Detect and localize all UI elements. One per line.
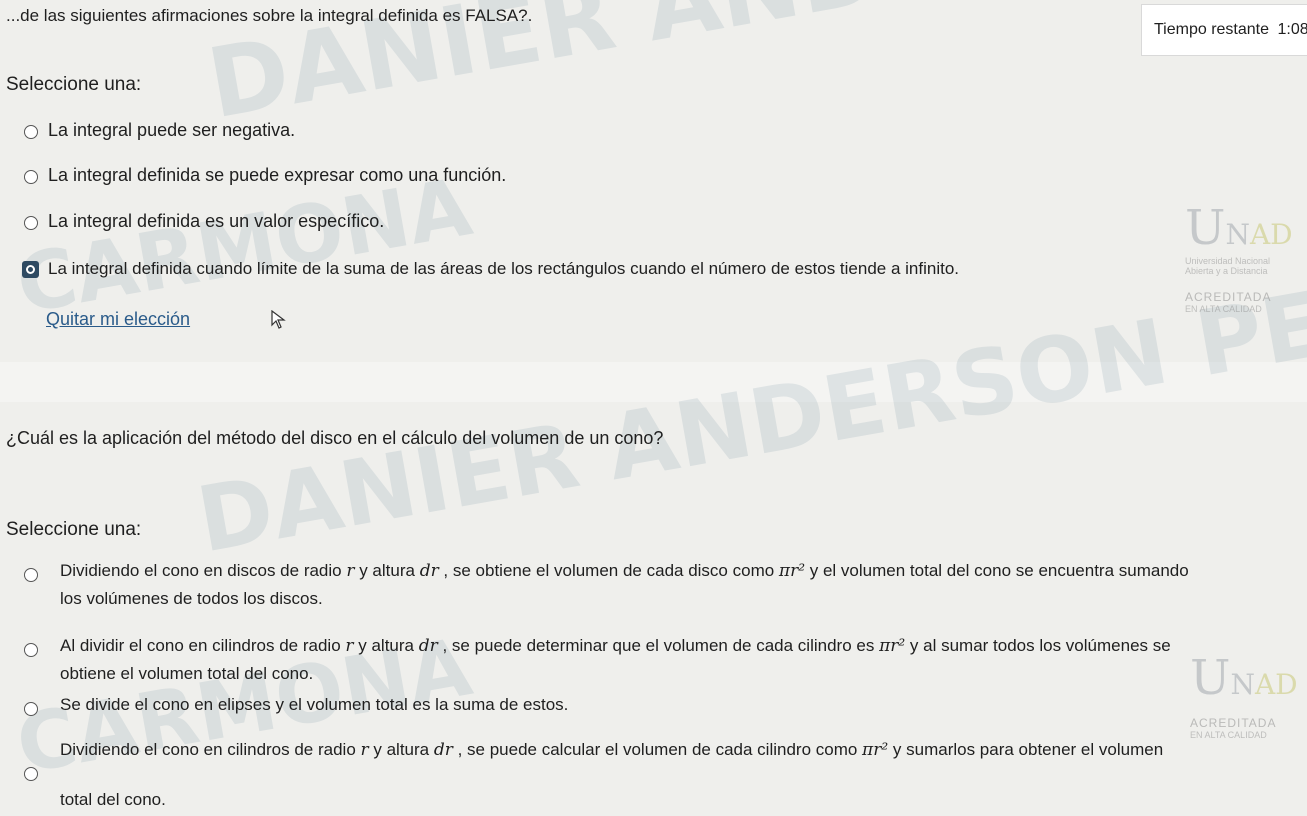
math-r: r [345, 636, 354, 656]
question-separator [0, 362, 1307, 402]
q2-option-2-line2[interactable]: obtiene el volumen total del cono. [60, 659, 1305, 689]
select-one-label-2: Seleccione una: [6, 519, 142, 540]
radio-q2-option-3[interactable] [24, 702, 38, 716]
q2-opt1-text-c: , se obtiene el volumen de cada disco co… [438, 561, 779, 580]
q2-opt2-text-b: y altura [353, 636, 419, 655]
option-2-label[interactable]: La integral definida se puede expresar c… [48, 165, 506, 186]
option-3-label[interactable]: La integral definida es un valor específ… [48, 211, 384, 232]
mouse-cursor-icon [271, 310, 286, 329]
q2-opt4-text-b: y altura [368, 740, 434, 759]
radio-q2-option-4[interactable] [24, 767, 38, 781]
math-dr: dr [418, 636, 438, 656]
math-r: r [360, 740, 369, 760]
q2-option-3-label[interactable]: Se divide el cono en elipses y el volume… [60, 690, 1305, 720]
math-dr: dr [419, 561, 439, 581]
math-pi-r2: πr² [862, 740, 889, 760]
radio-option-4-selected[interactable] [22, 261, 39, 278]
q2-opt1-text-b: y altura [354, 561, 420, 580]
option-1-label[interactable]: La integral puede ser negativa. [48, 120, 295, 141]
timer-value: 1:08 [1277, 21, 1307, 38]
q2-opt4-text-c: , se puede calcular el volumen de cada c… [452, 740, 863, 759]
math-pi-r2: πr² [778, 561, 806, 581]
q2-opt2-text-d: y al sumar todos los volúmenes se [905, 636, 1171, 655]
question-2-text: ¿Cuál es la aplicación del método del di… [6, 428, 664, 448]
q2-opt1-text-d: y el volumen total del cono se encuentra… [805, 561, 1189, 580]
q2-opt4-text-d: y sumarlos para obtener el volumen [888, 740, 1164, 759]
q2-opt2-text-a: Al dividir el cono en cilindros de radio [60, 636, 346, 655]
timer-box: Tiempo restante 1:08 [1141, 4, 1307, 56]
q2-opt4-text-a: Dividiendo el cono en cilindros de radio [60, 740, 361, 759]
radio-q2-option-1[interactable] [24, 568, 38, 582]
q2-option-1-line2[interactable]: los volúmenes de todos los discos. [60, 584, 1305, 614]
q2-opt1-text-a: Dividiendo el cono en discos de radio [60, 561, 347, 580]
radio-option-2[interactable] [24, 170, 38, 184]
radio-option-1[interactable] [24, 125, 38, 139]
radio-q2-option-2[interactable] [24, 643, 38, 657]
q2-option-4-label[interactable]: Dividiendo el cono en cilindros de radio… [60, 735, 1305, 765]
q2-opt2-text-c: , se puede determinar que el volumen de … [437, 636, 880, 655]
q2-option-2-label[interactable]: Al dividir el cono en cilindros de radio… [60, 631, 1305, 661]
math-pi-r2: πr² [879, 636, 906, 656]
option-4-label[interactable]: La integral definida cuando límite de la… [48, 259, 959, 279]
question-1-text: ...de las siguientes afirmaciones sobre … [6, 6, 533, 25]
select-one-label: Seleccione una: [6, 74, 142, 95]
q2-option-1-label[interactable]: Dividiendo el cono en discos de radio r … [60, 556, 1305, 586]
math-dr: dr [433, 740, 453, 760]
radio-option-3[interactable] [24, 216, 38, 230]
q2-option-4-line2[interactable]: total del cono. [60, 785, 1305, 815]
clear-choice-link[interactable]: Quitar mi elección [46, 309, 190, 330]
timer-label: Tiempo restante [1154, 21, 1270, 38]
